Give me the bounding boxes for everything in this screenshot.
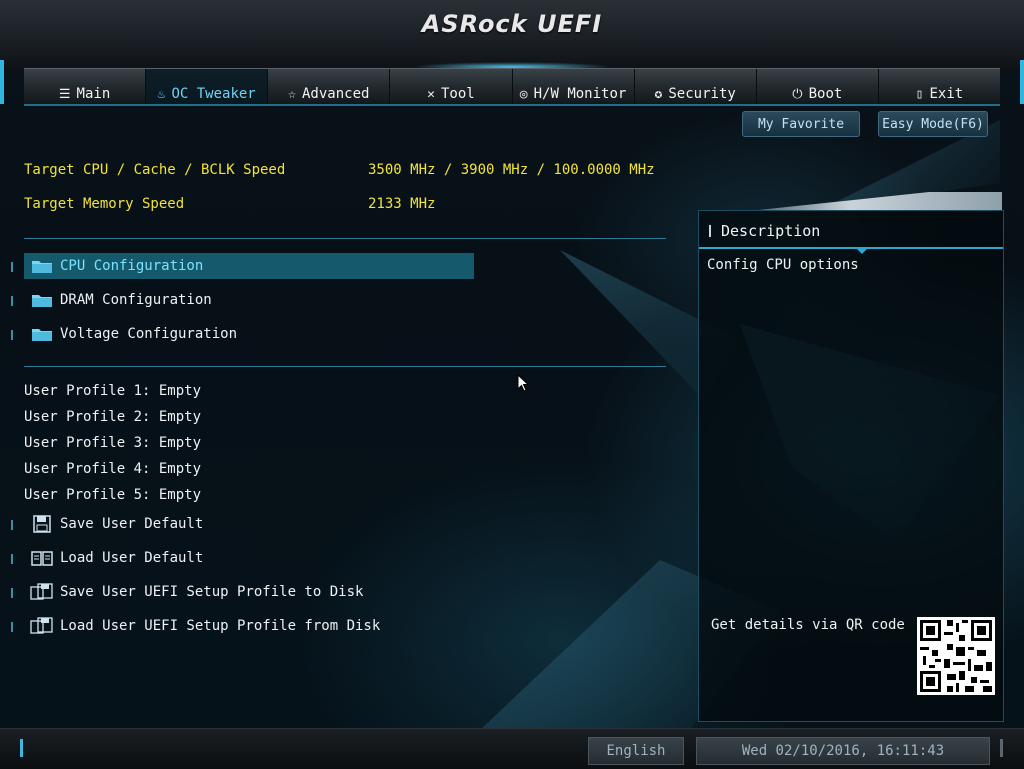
- save-profile-to-disk-button[interactable]: Save User UEFI Setup Profile to Disk: [11, 579, 624, 605]
- qr-code: [917, 617, 995, 695]
- load-user-default-button[interactable]: Load User Default: [11, 545, 474, 571]
- menu-item-voltage-configuration[interactable]: Voltage Configuration: [11, 321, 474, 347]
- row-bullet: [11, 622, 13, 632]
- row-bullet: [11, 296, 13, 306]
- row-bullet: [11, 262, 13, 272]
- user-profile-3[interactable]: User Profile 3: Empty: [24, 435, 201, 451]
- tab-label: Exit: [929, 86, 964, 102]
- language-button[interactable]: English: [588, 737, 684, 765]
- tab-label: Security: [668, 86, 736, 102]
- flame-icon: ♨: [157, 87, 166, 102]
- menu-item-label: Voltage Configuration: [60, 326, 238, 342]
- datetime-display: Wed 02/10/2016, 16:11:43: [696, 737, 990, 765]
- tab-main[interactable]: ☰ Main: [24, 69, 147, 105]
- exit-icon: ▯: [915, 87, 924, 102]
- asrock-logo: ASRock UEFI: [421, 10, 603, 38]
- easy-mode-button[interactable]: Easy Mode(F6): [878, 111, 988, 137]
- header-bar: [709, 225, 711, 237]
- menu-item-label: DRAM Configuration: [60, 292, 212, 308]
- menu-item-dram-configuration[interactable]: DRAM Configuration: [11, 287, 474, 313]
- action-label: Save User UEFI Setup Profile to Disk: [60, 584, 364, 600]
- tab-exit[interactable]: ▯ Exit: [879, 69, 1000, 105]
- section-divider: [24, 366, 666, 367]
- tab-underline: [24, 104, 1000, 106]
- qr-label: Get details via QR code: [711, 617, 905, 633]
- star-icon: ☆: [288, 87, 296, 102]
- book-icon: [24, 550, 60, 566]
- description-title: Description: [721, 222, 821, 240]
- menu-item-label: CPU Configuration: [60, 258, 204, 274]
- tab-label: Main: [76, 86, 111, 102]
- monitor-icon: ◎: [519, 87, 528, 102]
- load-profile-from-disk-button[interactable]: Load User UEFI Setup Profile from Disk: [11, 613, 624, 639]
- tools-icon: ✕: [427, 87, 435, 102]
- target-cpu-label: Target CPU / Cache / BCLK Speed: [24, 162, 286, 178]
- action-label: Save User Default: [60, 516, 204, 532]
- row-bullet: [11, 554, 13, 564]
- target-memory-label: Target Memory Speed: [24, 196, 185, 212]
- my-favorite-button[interactable]: My Favorite: [742, 111, 860, 137]
- tab-oc-tweaker[interactable]: ♨ OC Tweaker: [146, 69, 269, 105]
- folder-icon: [24, 326, 60, 342]
- title-bar: ASRock UEFI: [0, 0, 1024, 70]
- tab-bar: ☰ Main ♨ OC Tweaker ☆ Advanced ✕ Tool ◎ …: [24, 68, 1000, 105]
- user-profile-4[interactable]: User Profile 4: Empty: [24, 461, 201, 477]
- tab-label: Tool: [440, 86, 475, 102]
- tab-security[interactable]: ✪ Security: [635, 69, 757, 105]
- footer-accent: [1000, 739, 1003, 757]
- disk-load-icon: [24, 617, 60, 635]
- tab-hw-monitor[interactable]: ◎ H/W Monitor: [513, 69, 635, 105]
- row-bullet: [11, 588, 13, 598]
- target-memory-value: 2133 MHz: [368, 196, 436, 212]
- action-label: Load User Default: [60, 550, 204, 566]
- target-cpu-value: 3500 MHz / 3900 MHz / 100.0000 MHz: [368, 162, 655, 178]
- folder-icon: [24, 292, 60, 308]
- tab-label: Boot: [808, 86, 843, 102]
- tab-label: H/W Monitor: [533, 86, 627, 102]
- disk-save-icon: [24, 583, 60, 601]
- description-text: Config CPU options: [707, 257, 859, 273]
- floppy-icon: [24, 515, 60, 533]
- footer-accent: [20, 739, 23, 757]
- tab-label: Advanced: [302, 86, 370, 102]
- description-panel: Description Config CPU options Get detai…: [698, 210, 1004, 722]
- row-bullet: [11, 520, 13, 530]
- description-header: Description: [699, 219, 1003, 254]
- power-icon: ⏻: [792, 87, 803, 102]
- tab-boot[interactable]: ⏻ Boot: [757, 69, 879, 105]
- tab-tool[interactable]: ✕ Tool: [390, 69, 513, 105]
- shield-icon: ✪: [654, 87, 663, 102]
- menu-item-cpu-configuration[interactable]: CPU Configuration: [11, 253, 474, 279]
- mouse-cursor-icon: [517, 373, 530, 396]
- action-label: Load User UEFI Setup Profile from Disk: [60, 618, 381, 634]
- save-user-default-button[interactable]: Save User Default: [11, 511, 474, 537]
- tab-label: OC Tweaker: [171, 86, 256, 102]
- list-icon: ☰: [58, 87, 71, 102]
- folder-icon: [24, 258, 60, 274]
- row-bullet: [11, 330, 13, 340]
- tab-advanced[interactable]: ☆ Advanced: [268, 69, 391, 105]
- section-divider: [24, 238, 666, 239]
- edge-accent-right: [1020, 60, 1024, 104]
- user-profile-5[interactable]: User Profile 5: Empty: [24, 487, 201, 503]
- user-profile-1[interactable]: User Profile 1: Empty: [24, 383, 201, 399]
- edge-accent-left: [0, 60, 4, 104]
- header-marker: [857, 249, 867, 254]
- user-profile-2[interactable]: User Profile 2: Empty: [24, 409, 201, 425]
